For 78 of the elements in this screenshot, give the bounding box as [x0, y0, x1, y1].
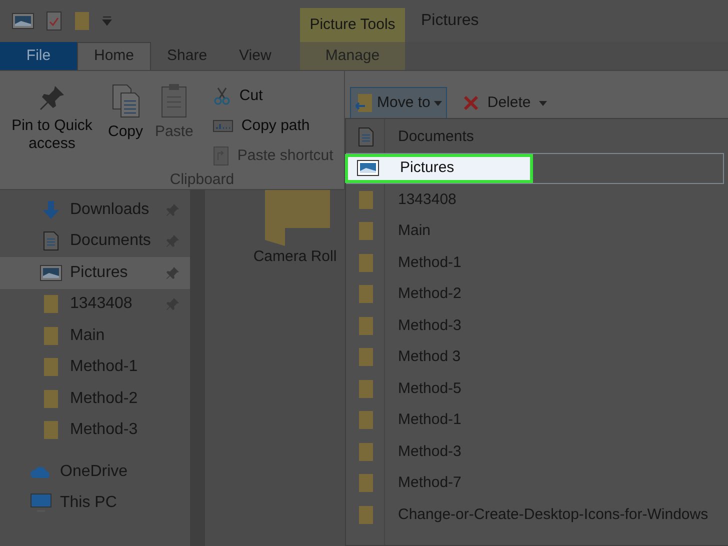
caret-icon: [434, 100, 442, 106]
clipboard-icon: [160, 83, 188, 119]
nav-item[interactable]: Method-3: [0, 414, 190, 446]
checklist-icon[interactable]: [46, 11, 62, 31]
shortcut-icon: [213, 146, 230, 166]
ribbon-tab[interactable]: Home: [77, 42, 152, 70]
delete-button[interactable]: Delete: [459, 87, 551, 119]
menu-item[interactable]: 1343408: [346, 184, 728, 216]
menu-item[interactable]: Change-or-Create-Desktop-Icons-for-Windows: [346, 499, 728, 530]
folder-icon: [43, 357, 59, 378]
document-icon: [43, 231, 59, 252]
path-icon: [213, 120, 234, 132]
nav-label: Downloads: [70, 200, 150, 220]
window-title: Pictures: [420, 11, 479, 31]
nav-label: 1343408: [70, 294, 132, 314]
scissors-icon: [213, 87, 232, 105]
nav-label: Documents: [70, 231, 151, 252]
nav-label: Method-2: [70, 388, 138, 409]
folder-icon: [358, 221, 374, 242]
nav-item[interactable]: Downloads: [0, 194, 190, 226]
scrollbar[interactable]: [190, 190, 205, 546]
menu-item[interactable]: Main: [346, 216, 728, 247]
nav-item[interactable]: OneDrive: [0, 456, 190, 488]
folder-icon: [358, 347, 374, 368]
picture-icon: [12, 13, 34, 29]
nav-label: OneDrive: [60, 462, 128, 482]
folder-icon: [43, 388, 59, 409]
monitor-icon: [30, 493, 52, 514]
folder-icon: [358, 190, 374, 210]
menu-item[interactable]: Method-1: [346, 247, 728, 278]
folder-icon: [358, 284, 374, 304]
folder-icon: [43, 326, 59, 346]
menu-item[interactable]: Documents: [346, 121, 728, 152]
folder-icon: [74, 11, 90, 31]
ribbon-button[interactable]: Cut: [213, 83, 334, 109]
move-to-button[interactable]: Move to: [350, 87, 448, 119]
folder-icon: [358, 473, 374, 494]
picture-icon: [357, 160, 379, 176]
nav-label: Method-3: [70, 420, 138, 440]
document-icon: [358, 126, 374, 147]
dropdown-caret-icon[interactable]: [102, 16, 112, 26]
folder-icon: [358, 442, 374, 462]
folder-icon: [358, 410, 374, 430]
menu-item[interactable]: Method-3: [346, 436, 728, 468]
folder-icon: [358, 252, 374, 273]
copy-icon: [110, 83, 141, 119]
folder-icon: [43, 294, 59, 314]
ribbon-button[interactable]: Pin to Quick access: [8, 83, 96, 169]
folder-icon: [358, 316, 374, 336]
menu-item[interactable]: Method-2: [346, 278, 728, 310]
ribbon-tab[interactable]: Manage: [300, 42, 405, 70]
folder-icon: [358, 378, 374, 399]
menu-item[interactable]: Pictures: [345, 154, 533, 183]
nav-item[interactable]: 1343408: [0, 288, 190, 320]
menu-item[interactable]: Method-3: [346, 310, 728, 342]
close-icon: [463, 95, 480, 111]
menu-item[interactable]: Method-1: [346, 404, 728, 436]
nav-item[interactable]: Main: [0, 320, 190, 352]
picture-icon: [40, 264, 62, 281]
nav-item[interactable]: Method-2: [0, 383, 190, 414]
folder-icon: [43, 420, 59, 440]
cloud-icon: [30, 464, 52, 479]
nav-label: Pictures: [70, 262, 128, 283]
nav-label: Method-1: [70, 357, 138, 378]
down-arrow-icon: [41, 200, 61, 220]
caret-icon: [538, 100, 547, 106]
nav-item[interactable]: Method-1: [0, 352, 190, 383]
menu-item[interactable]: Method 3: [346, 342, 728, 373]
menu-item[interactable]: Method-7: [346, 468, 728, 499]
menu-item[interactable]: Method-5: [346, 373, 728, 404]
nav-item[interactable]: Documents: [0, 226, 190, 257]
ribbon-button[interactable]: Copy path: [213, 113, 334, 139]
ribbon-tab[interactable]: File: [0, 42, 77, 70]
nav-label: Main: [70, 326, 105, 346]
folder-icon: [358, 504, 374, 525]
ribbon-button[interactable]: Copy: [108, 83, 144, 169]
nav-item[interactable]: Pictures: [0, 257, 190, 288]
context-tab-label: Picture Tools: [300, 8, 405, 42]
